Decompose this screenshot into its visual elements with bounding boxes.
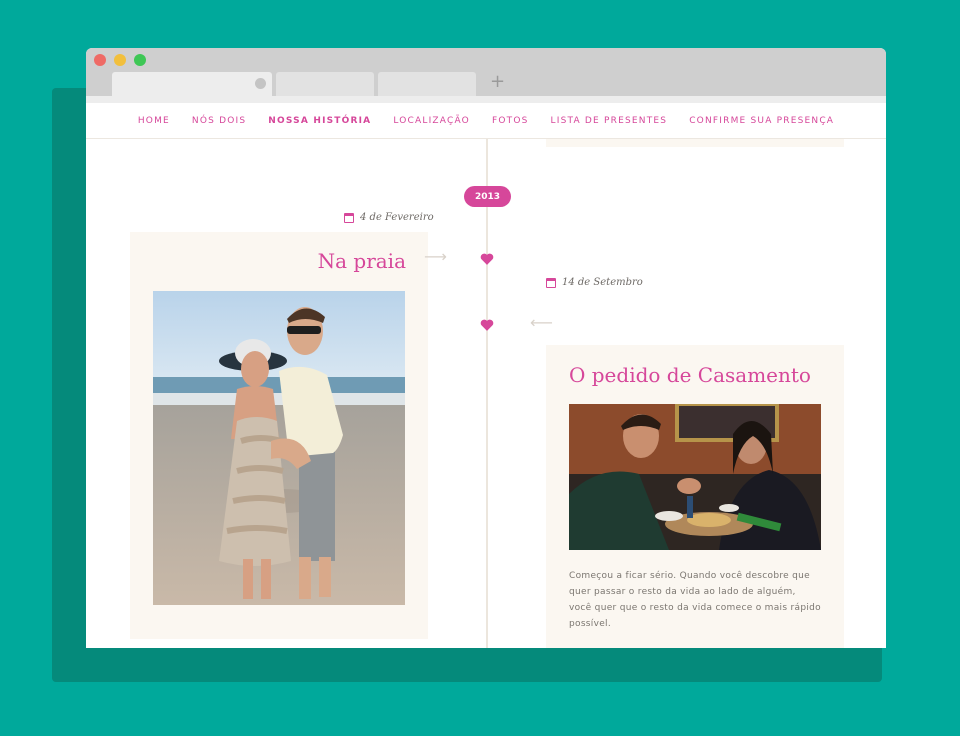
event-date-text: 4 de Fevereiro xyxy=(360,212,434,223)
event-title: O pedido de Casamento xyxy=(569,363,811,387)
event-title: Na praia xyxy=(317,249,406,273)
event-date: 4 de Fevereiro xyxy=(344,212,434,223)
arrow-right-icon: ⟶ xyxy=(424,247,447,266)
browser-tab[interactable] xyxy=(378,72,476,96)
previous-event-card xyxy=(546,139,844,147)
beach-couple-photo xyxy=(153,291,405,605)
event-date: 14 de Setembro xyxy=(546,277,643,288)
arrow-left-icon: ⟵ xyxy=(530,313,553,332)
nav-item-nossa-historia[interactable]: NOSSA HISTÓRIA xyxy=(268,116,371,126)
browser-chrome: + xyxy=(86,48,886,103)
heart-icon xyxy=(480,253,494,265)
nav-item-localizacao[interactable]: LOCALIZAÇÃO xyxy=(393,116,470,126)
browser-tab[interactable] xyxy=(276,72,374,96)
browser-window: + HOME NÓS DOIS NOSSA HISTÓRIA LOCALIZAÇ… xyxy=(86,48,886,648)
timeline-section: 2013 4 de Fevereiro Na praia ⟶ 14 de Set… xyxy=(86,139,886,648)
new-tab-button[interactable]: + xyxy=(490,70,505,94)
restaurant-couple-photo xyxy=(569,404,821,550)
nav-item-nos-dois[interactable]: NÓS DOIS xyxy=(192,116,246,126)
year-badge: 2013 xyxy=(464,186,511,207)
calendar-icon xyxy=(344,212,354,223)
event-description: Começou a ficar sério. Quando você desco… xyxy=(569,571,821,629)
nav-item-fotos[interactable]: FOTOS xyxy=(492,116,529,126)
nav-item-confirme-presenca[interactable]: CONFIRME SUA PRESENÇA xyxy=(689,116,834,126)
tab-close-icon[interactable] xyxy=(255,78,266,89)
main-nav: HOME NÓS DOIS NOSSA HISTÓRIA LOCALIZAÇÃO… xyxy=(86,103,886,139)
minimize-window-button[interactable] xyxy=(114,54,126,66)
event-card-pedido-casamento: O pedido de Casamento Começou a ficar sé… xyxy=(546,345,844,648)
tab-strip xyxy=(86,96,886,103)
maximize-window-button[interactable] xyxy=(134,54,146,66)
nav-item-lista-de-presentes[interactable]: LISTA DE PRESENTES xyxy=(551,116,668,126)
event-card-na-praia: Na praia xyxy=(130,232,428,639)
timeline-line xyxy=(486,139,488,648)
heart-icon xyxy=(480,319,494,331)
close-window-button[interactable] xyxy=(94,54,106,66)
event-date-text: 14 de Setembro xyxy=(562,277,643,288)
nav-item-home[interactable]: HOME xyxy=(138,116,170,126)
calendar-icon xyxy=(546,277,556,288)
